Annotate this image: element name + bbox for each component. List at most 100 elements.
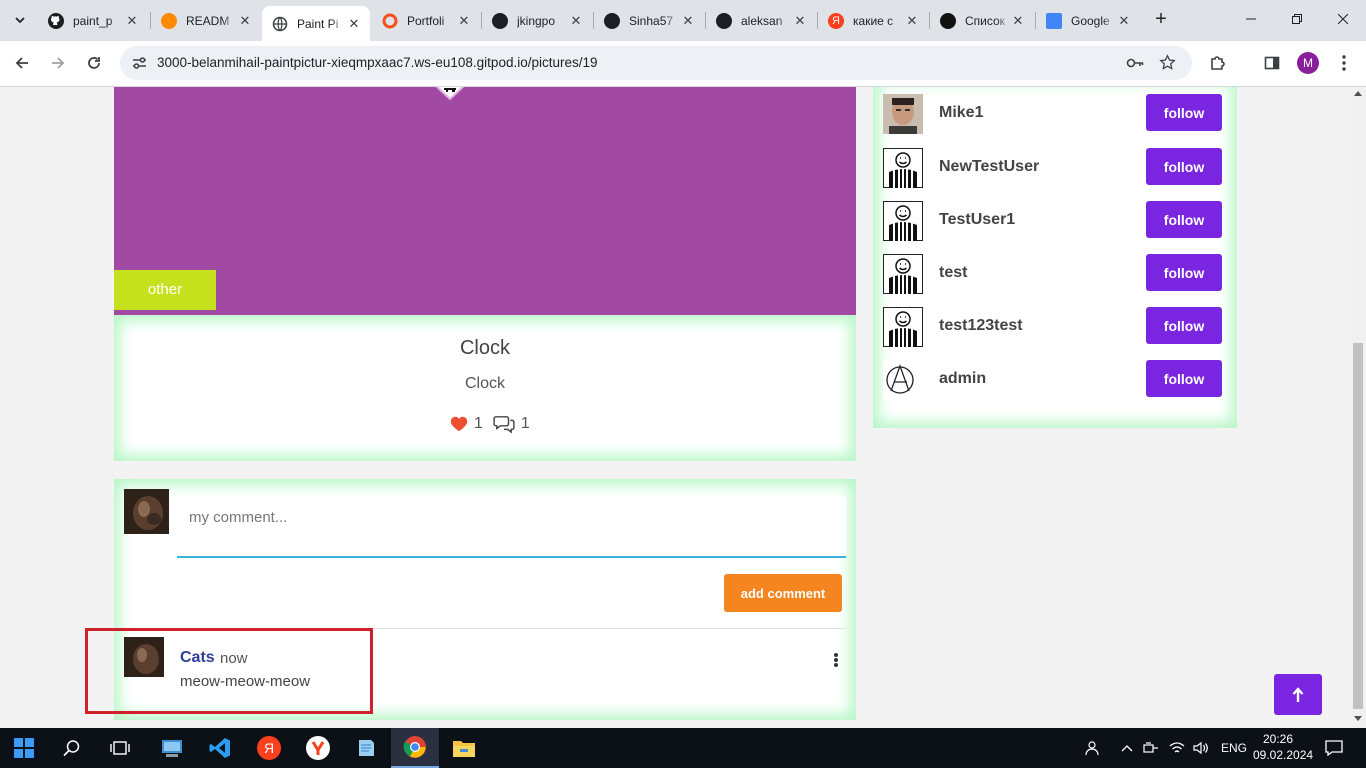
follow-button[interactable]: follow bbox=[1146, 201, 1222, 238]
clock-time: 20:26 bbox=[1262, 732, 1294, 746]
browser-tab[interactable]: Список ✕ bbox=[930, 6, 1034, 35]
close-icon[interactable]: ✕ bbox=[568, 13, 584, 29]
close-icon[interactable]: ✕ bbox=[1010, 13, 1026, 29]
user-name[interactable]: TestUser1 bbox=[939, 211, 1015, 229]
taskbar-app[interactable] bbox=[294, 728, 342, 768]
close-icon[interactable]: ✕ bbox=[456, 13, 472, 29]
user-name[interactable]: admin bbox=[939, 370, 986, 388]
volume-icon[interactable] bbox=[1193, 741, 1209, 755]
scroll-thumb[interactable] bbox=[1353, 343, 1363, 709]
avatar[interactable] bbox=[883, 307, 923, 347]
comment-input[interactable] bbox=[177, 497, 846, 558]
people-icon[interactable] bbox=[1083, 740, 1099, 756]
yandex-icon: Я bbox=[828, 12, 844, 29]
user-name[interactable]: Mike1 bbox=[939, 104, 983, 122]
notifications-button[interactable] bbox=[1312, 728, 1356, 768]
scroll-up-icon[interactable] bbox=[1354, 91, 1362, 96]
url-text: 3000-belanmihail-paintpictur-xieqmpxaac7… bbox=[157, 55, 598, 70]
avatar[interactable] bbox=[883, 254, 923, 294]
close-icon[interactable]: ✕ bbox=[124, 13, 140, 29]
taskbar-app[interactable]: Я bbox=[245, 728, 293, 768]
browser-tab[interactable]: READM ✕ bbox=[151, 6, 261, 35]
more-vertical-icon bbox=[1342, 55, 1346, 71]
browser-tab[interactable]: Sinha57 ✕ bbox=[594, 6, 704, 35]
close-icon[interactable]: ✕ bbox=[792, 13, 808, 29]
close-icon[interactable]: ✕ bbox=[904, 13, 920, 29]
taskbar-app[interactable] bbox=[148, 728, 196, 768]
chevron-down-icon bbox=[15, 17, 25, 24]
tab-title: paint_p bbox=[73, 13, 113, 28]
browser-tab[interactable]: Google ✕ bbox=[1036, 6, 1140, 35]
follow-button[interactable]: follow bbox=[1146, 148, 1222, 185]
avatar[interactable] bbox=[883, 201, 923, 241]
avatar[interactable] bbox=[883, 148, 923, 188]
reload-button[interactable] bbox=[79, 48, 109, 78]
browser-tab[interactable]: paint_p ✕ bbox=[38, 6, 148, 35]
network-icon[interactable] bbox=[1143, 741, 1159, 755]
forward-button[interactable] bbox=[43, 48, 73, 78]
search-button[interactable] bbox=[48, 728, 96, 768]
tab-title: READM bbox=[186, 13, 230, 28]
google-translate-icon bbox=[1046, 12, 1062, 29]
close-icon[interactable]: ✕ bbox=[1116, 13, 1132, 29]
close-icon[interactable]: ✕ bbox=[680, 13, 696, 29]
task-view-button[interactable] bbox=[96, 728, 144, 768]
user-name[interactable]: NewTestUser bbox=[939, 158, 1039, 176]
browser-tab[interactable]: Я какие с ✕ bbox=[818, 6, 928, 35]
restore-icon bbox=[1292, 14, 1302, 24]
new-tab-button[interactable]: + bbox=[1150, 8, 1172, 32]
anarchy-icon[interactable] bbox=[883, 360, 923, 400]
scroll-to-top-button[interactable] bbox=[1274, 674, 1322, 715]
profile-avatar[interactable]: M bbox=[1297, 52, 1319, 74]
browser-tab-active[interactable]: Paint Pi ✕ bbox=[262, 6, 370, 41]
avatar[interactable] bbox=[883, 94, 923, 134]
tab-title: jkingpo bbox=[517, 13, 556, 28]
follow-button[interactable]: follow bbox=[1146, 307, 1222, 344]
browser-toolbar: 3000-belanmihail-paintpictur-xieqmpxaac7… bbox=[0, 41, 1366, 87]
follow-button[interactable]: follow bbox=[1146, 360, 1222, 397]
tab-title: какие с bbox=[853, 13, 894, 28]
star-icon[interactable] bbox=[1159, 54, 1176, 71]
start-button[interactable] bbox=[0, 728, 48, 768]
back-button[interactable] bbox=[7, 48, 37, 78]
taskbar-app[interactable] bbox=[440, 728, 488, 768]
minimize-button[interactable] bbox=[1228, 0, 1274, 38]
key-icon[interactable] bbox=[1126, 56, 1144, 70]
side-panel-button[interactable] bbox=[1257, 48, 1287, 78]
browser-tab[interactable]: aleksan ✕ bbox=[706, 6, 816, 35]
browser-menu-button[interactable] bbox=[1329, 48, 1359, 78]
address-bar[interactable]: 3000-belanmihail-paintpictur-xieqmpxaac7… bbox=[120, 46, 1192, 80]
close-icon[interactable]: ✕ bbox=[237, 13, 253, 29]
windows-taskbar: Я ENG 20:26 09.02.2024 bbox=[0, 728, 1366, 768]
tab-search-button[interactable] bbox=[6, 6, 34, 34]
system-clock[interactable]: 20:26 09.02.2024 bbox=[1253, 731, 1313, 763]
site-settings-icon[interactable] bbox=[132, 56, 147, 70]
page-scrollbar[interactable] bbox=[1350, 87, 1366, 728]
comment-menu-icon[interactable] bbox=[826, 651, 846, 669]
close-icon[interactable]: ✕ bbox=[346, 16, 362, 32]
taskbar-app-active[interactable] bbox=[391, 728, 439, 768]
comments-icon[interactable] bbox=[493, 415, 515, 433]
taskbar-app[interactable] bbox=[342, 728, 390, 768]
follow-button[interactable]: follow bbox=[1146, 254, 1222, 291]
taskbar-app[interactable] bbox=[196, 728, 244, 768]
close-window-button[interactable] bbox=[1320, 0, 1366, 38]
user-name[interactable]: test123test bbox=[939, 317, 1023, 335]
add-comment-button[interactable]: add comment bbox=[724, 574, 842, 612]
highlight-box bbox=[85, 628, 373, 714]
heart-icon[interactable] bbox=[450, 416, 468, 432]
arrow-right-icon bbox=[52, 57, 65, 69]
extensions-button[interactable] bbox=[1203, 48, 1233, 78]
folder-icon bbox=[453, 741, 475, 757]
scroll-down-icon[interactable] bbox=[1354, 716, 1362, 721]
user-name[interactable]: test bbox=[939, 264, 967, 282]
chevron-up-icon[interactable] bbox=[1121, 744, 1133, 752]
category-badge[interactable]: other bbox=[114, 270, 216, 310]
restore-button[interactable] bbox=[1274, 0, 1320, 38]
follow-button[interactable]: follow bbox=[1146, 94, 1222, 131]
language-indicator[interactable]: ENG bbox=[1221, 741, 1247, 755]
picture-image[interactable]: other bbox=[114, 87, 856, 315]
browser-tab[interactable]: Portfoli ✕ bbox=[372, 6, 480, 35]
browser-tab[interactable]: jkingpo ✕ bbox=[482, 6, 592, 35]
wifi-icon[interactable] bbox=[1169, 741, 1185, 755]
